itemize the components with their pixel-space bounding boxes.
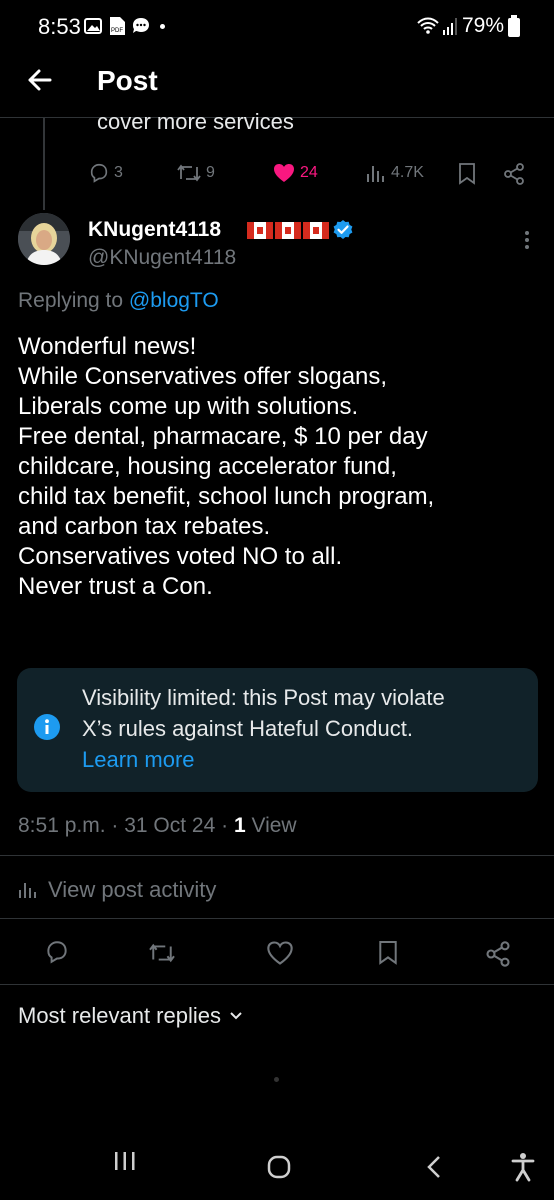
verified-badge-icon — [333, 220, 353, 239]
post-timestamp: 8:51 p.m. · 31 Oct 24 · 1 View — [18, 814, 297, 838]
reply-count: 3 — [114, 164, 123, 181]
post-body-line: Free dental, pharmacare, $ 10 per day — [18, 423, 428, 450]
battery-icon — [508, 15, 520, 37]
divider — [0, 855, 554, 856]
heart-icon[interactable] — [266, 940, 294, 966]
post-view-count: 1 — [233, 814, 246, 837]
canada-flag-icon — [275, 222, 301, 239]
repost-icon — [177, 164, 201, 182]
status-time: 8:53 — [38, 14, 81, 39]
avatar[interactable] — [18, 213, 70, 265]
post-body: Wonderful news! While Conservatives offe… — [18, 332, 548, 602]
battery-percent: 79% — [462, 14, 505, 37]
replying-prefix: Replying to — [18, 289, 129, 312]
replies-sort-dropdown[interactable]: Most relevant replies — [18, 1003, 243, 1029]
reply-icon[interactable] — [44, 939, 70, 965]
replying-to: Replying to @blogTO — [18, 289, 219, 313]
view-post-activity-label: View post activity — [48, 877, 217, 902]
status-bar: 8:53 PDF 79% — [0, 0, 554, 56]
recent-apps-icon[interactable] — [112, 1150, 138, 1172]
notice-line-1: Visibility limited: this Post may violat… — [82, 685, 445, 710]
canada-flag-icon — [303, 222, 329, 239]
more-options-icon[interactable] — [520, 228, 534, 252]
display-name[interactable]: KNugent4118 — [88, 218, 221, 242]
repost-icon[interactable] — [147, 941, 177, 965]
notice-line-2: X’s rules against Hateful Conduct. — [82, 716, 413, 741]
info-icon — [34, 714, 60, 740]
svg-text:PDF: PDF — [111, 28, 123, 34]
parent-post-text: cover more services — [97, 109, 294, 134]
like-count: 24 — [300, 164, 318, 181]
user-handle[interactable]: @KNugent4118 — [88, 246, 236, 270]
canada-flag-icon — [247, 222, 273, 239]
replying-to-link[interactable]: @blogTO — [129, 289, 219, 312]
post-body-line: Never trust a Con. — [18, 573, 213, 600]
post-body-line: and carbon tax rebates. — [18, 513, 271, 540]
learn-more-link[interactable]: Learn more — [82, 744, 445, 775]
canada-flag-emojis — [247, 222, 329, 239]
post-body-line: childcare, housing accelerator fund, — [18, 453, 397, 480]
back-arrow-icon[interactable] — [22, 62, 58, 98]
view-post-activity[interactable]: View post activity — [18, 877, 216, 903]
views-action[interactable]: 4.7K — [365, 162, 424, 184]
page-title: Post — [97, 65, 158, 96]
repost-count: 9 — [206, 164, 215, 181]
analytics-icon — [367, 166, 384, 182]
nav-back-icon[interactable] — [424, 1154, 444, 1180]
share-icon[interactable] — [502, 162, 526, 186]
divider — [0, 918, 554, 919]
share-icon[interactable] — [484, 940, 512, 968]
reply-action[interactable]: 3 — [88, 162, 123, 184]
bookmark-icon[interactable] — [457, 162, 477, 186]
chat-icon — [133, 18, 149, 33]
repost-action[interactable]: 9 — [176, 162, 215, 184]
post-body-line: Conservatives voted NO to all. — [18, 543, 343, 570]
signal-icon — [443, 18, 457, 35]
view-count: 4.7K — [391, 164, 424, 181]
pdf-icon: PDF — [110, 17, 125, 35]
bookmark-icon[interactable] — [377, 939, 399, 967]
avatar-image — [18, 213, 70, 265]
home-icon[interactable] — [266, 1154, 292, 1180]
post-time: 8:51 p.m. · 31 Oct 24 · — [18, 814, 234, 837]
loading-indicator — [274, 1077, 279, 1082]
chevron-down-icon — [230, 1012, 242, 1020]
reply-icon — [90, 163, 108, 183]
wifi-icon — [417, 17, 439, 34]
thread-line — [43, 118, 45, 210]
like-action[interactable]: 24 — [272, 162, 318, 184]
post-body-line: child tax benefit, school lunch program, — [18, 483, 435, 510]
accessibility-icon[interactable] — [510, 1152, 536, 1182]
heart-filled-icon — [274, 164, 294, 182]
post-body-line: While Conservatives offer slogans, — [18, 363, 388, 390]
notice-text: Visibility limited: this Post may violat… — [82, 682, 445, 775]
post-body-line: Liberals come up with solutions. — [18, 393, 359, 420]
image-icon — [84, 18, 102, 34]
post-view-label: View — [245, 814, 297, 837]
replies-sort-label: Most relevant replies — [18, 1003, 221, 1028]
dot-icon — [160, 24, 165, 29]
analytics-icon — [19, 883, 36, 898]
divider — [0, 984, 554, 985]
post-body-line: Wonderful news! — [18, 333, 197, 360]
